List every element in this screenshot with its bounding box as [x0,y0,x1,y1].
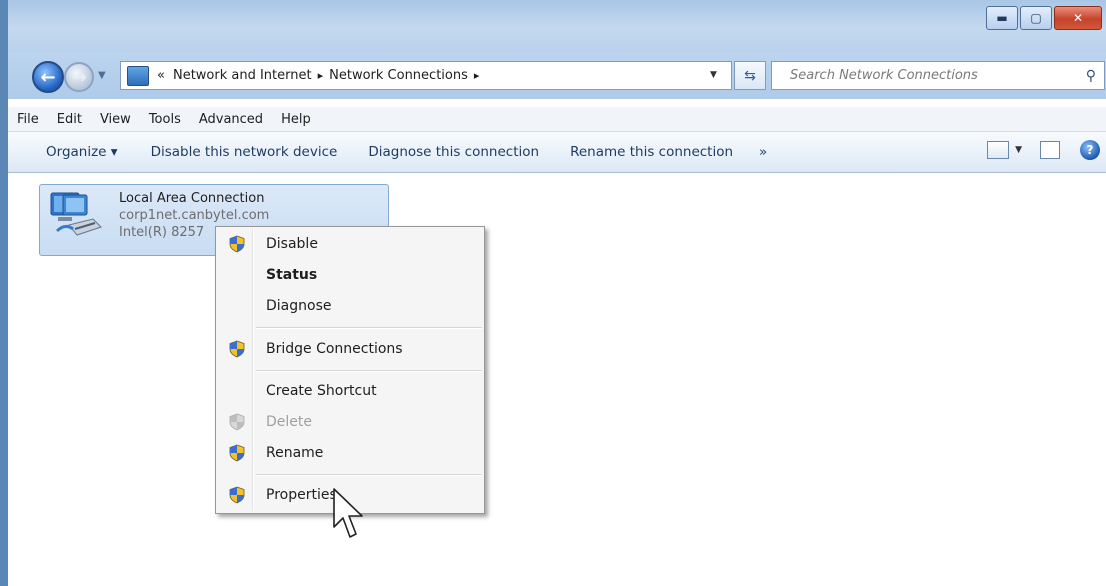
maximize-button[interactable]: ▢ [1020,6,1052,30]
address-dropdown-icon[interactable]: ▼ [710,70,717,80]
menu-edit[interactable]: Edit [48,112,91,127]
minimize-button[interactable]: ▬ [986,6,1018,30]
explorer-window: ▬ ▢ ✕ ← → ▼ « Network and Internet ▸ Net… [0,0,1106,586]
search-box[interactable]: ⚲ [771,61,1105,90]
context-delete-label: Delete [266,414,312,430]
breadcrumb-network-connections[interactable]: Network Connections [329,68,468,83]
refresh-icon: ⇆ [744,67,756,84]
uac-shield-icon [229,235,245,253]
breadcrumb-network-and-internet[interactable]: Network and Internet [173,68,312,83]
disable-device-button[interactable]: Disable this network device [131,144,351,160]
back-button[interactable]: ← [32,61,64,93]
preview-pane-icon[interactable] [1040,141,1060,159]
more-commands-button[interactable]: » [746,144,780,160]
diagnose-connection-button[interactable]: Diagnose this connection [350,144,552,160]
menu-file[interactable]: File [8,112,48,127]
network-folder-icon [127,65,149,86]
context-bridge-label: Bridge Connections [266,341,403,357]
network-adapter-icon [50,192,102,236]
close-button[interactable]: ✕ [1054,6,1102,30]
context-disable[interactable]: Disable [218,231,482,257]
menu-separator [256,327,482,329]
context-properties-label: Properties [266,487,337,503]
breadcrumb-separator-icon[interactable]: ▸ [318,69,324,82]
menu-view[interactable]: View [91,112,140,127]
organize-button[interactable]: Organize ▾ [8,144,131,160]
context-menu: Disable Status Diagnose Bridge Connectio… [215,226,485,514]
menu-help[interactable]: Help [272,112,320,127]
menu-separator [256,370,482,372]
window-controls: ▬ ▢ ✕ [984,6,1102,30]
context-status-label: Status [266,267,318,283]
context-create-shortcut[interactable]: Create Shortcut [218,378,482,404]
search-input[interactable] [788,67,1072,84]
menu-advanced[interactable]: Advanced [190,112,272,127]
connection-title: Local Area Connection [119,191,265,206]
view-dropdown-icon[interactable]: ▼ [1015,145,1022,155]
context-bridge-connections[interactable]: Bridge Connections [218,336,482,362]
search-icon[interactable]: ⚲ [1086,68,1096,84]
title-bar: ▬ ▢ ✕ [8,0,1106,52]
connection-domain: corp1net.canbytel.com [119,208,270,223]
breadcrumb-overflow[interactable]: « [157,68,165,83]
forward-button[interactable]: → [64,62,94,92]
menu-bar: File Edit View Tools Advanced Help [8,107,1106,132]
forward-arrow-icon: → [71,66,87,88]
navigation-bar: ← → ▼ « Network and Internet ▸ Network C… [8,52,1106,99]
help-icon[interactable]: ? [1080,140,1100,160]
back-arrow-icon: ← [40,66,56,88]
context-diagnose-label: Diagnose [266,298,332,314]
menu-tools[interactable]: Tools [140,112,190,127]
uac-shield-icon [229,340,245,358]
recent-pages-dropdown-icon[interactable]: ▼ [98,70,106,81]
change-view-icon[interactable] [987,141,1010,159]
context-rename[interactable]: Rename [218,440,482,466]
context-diagnose[interactable]: Diagnose [218,293,482,319]
context-shortcut-label: Create Shortcut [266,383,377,399]
uac-shield-icon [229,486,245,504]
uac-shield-disabled-icon [229,413,245,431]
menu-separator [256,474,482,476]
mouse-pointer-icon [333,488,363,538]
breadcrumb-separator-icon[interactable]: ▸ [474,69,480,82]
rename-connection-button[interactable]: Rename this connection [552,144,746,160]
context-delete[interactable]: Delete [218,409,482,435]
context-disable-label: Disable [266,236,318,252]
view-controls: ▼ ? [987,140,1100,160]
context-status[interactable]: Status [218,262,482,288]
context-rename-label: Rename [266,445,324,461]
refresh-button[interactable]: ⇆ [734,61,766,90]
uac-shield-icon [229,444,245,462]
address-bar[interactable]: « Network and Internet ▸ Network Connect… [120,61,732,90]
command-bar: Organize ▾ Disable this network device D… [8,132,1106,173]
